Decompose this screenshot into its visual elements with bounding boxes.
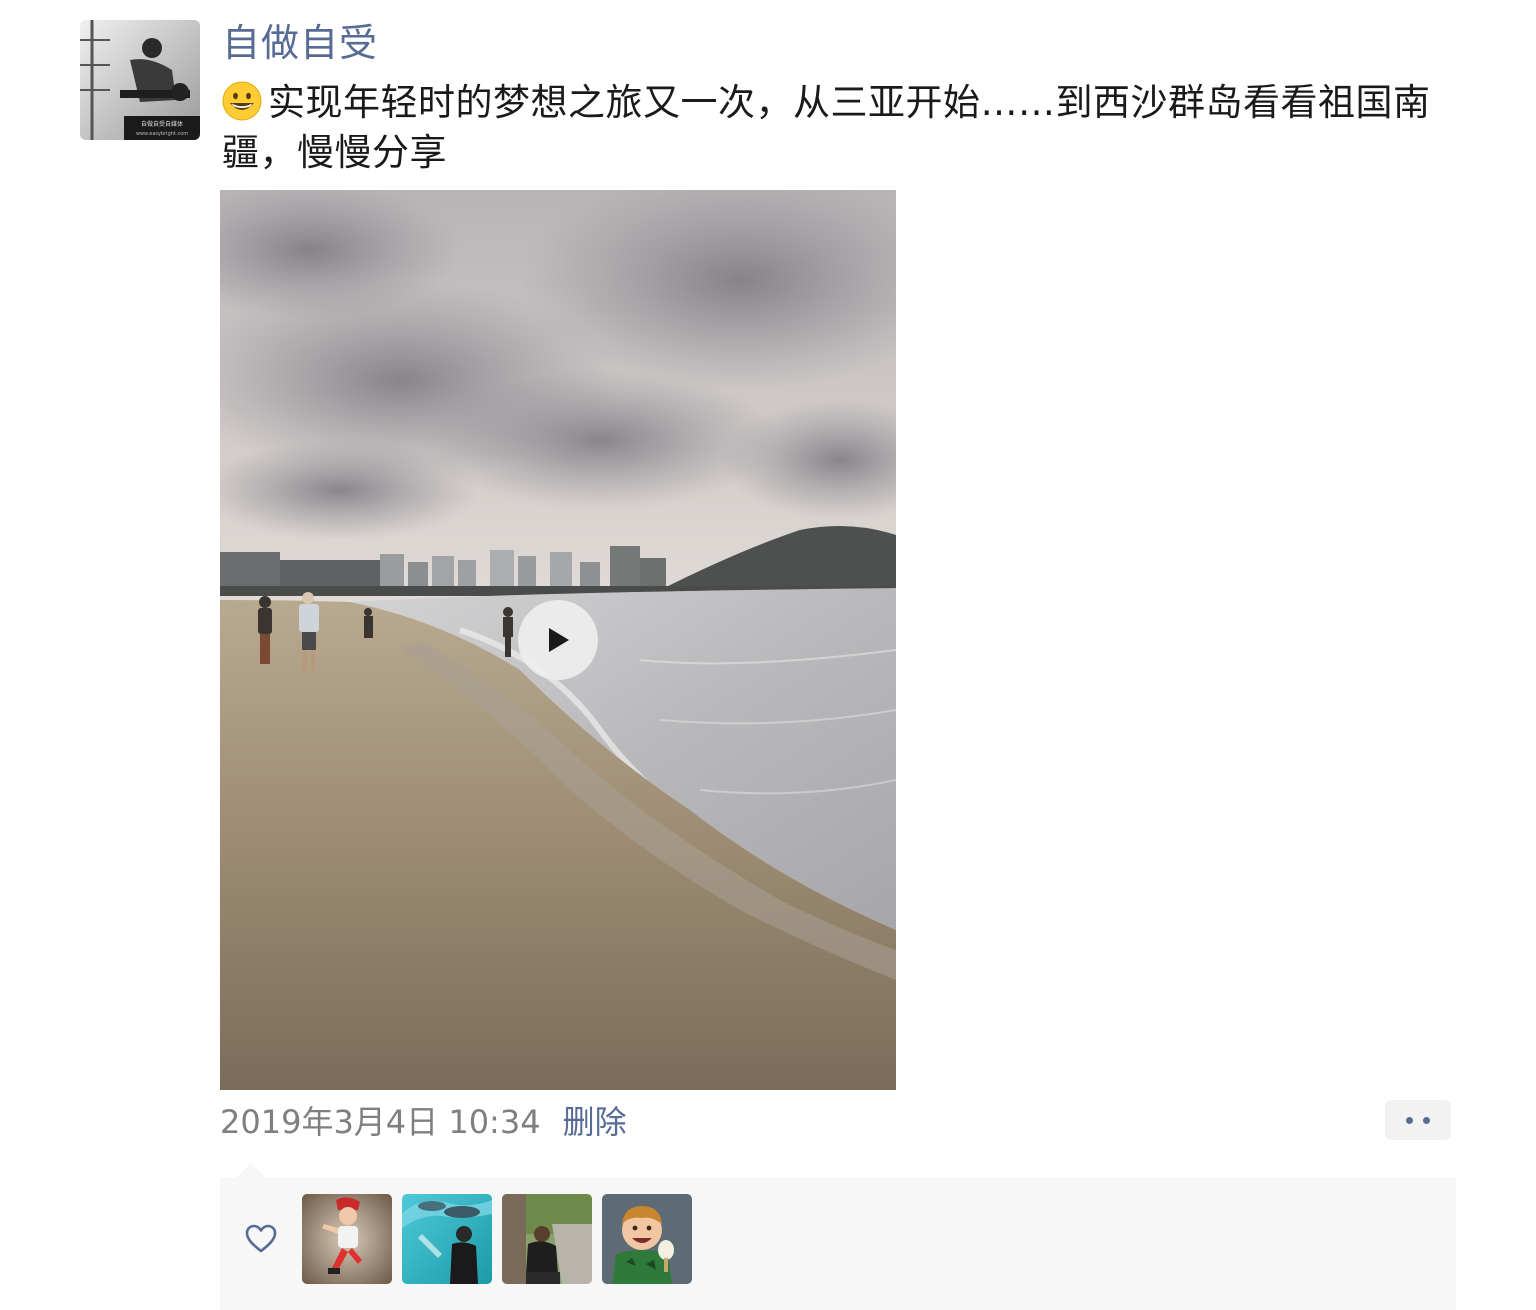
dot-icon — [1423, 1116, 1430, 1124]
post-meta: 2019年3月4日 10:34 删除 — [220, 1098, 627, 1142]
avatar-caption: 自做自受自媒体 — [141, 120, 183, 128]
post-content: 实现年轻时的梦想之旅又一次，从三亚开始……到西沙群岛看看祖国南疆，慢慢分享 — [222, 78, 1482, 178]
liker-avatar-image — [302, 1194, 392, 1284]
moments-post: 自做自受自媒体 www.easybright.com 自做自受 实现年轻时的梦想… — [0, 0, 1536, 1310]
more-actions-button[interactable] — [1385, 1100, 1451, 1140]
delete-button[interactable]: 删除 — [563, 1097, 627, 1143]
dot-icon — [1406, 1116, 1413, 1124]
author-avatar[interactable]: 自做自受自媒体 www.easybright.com — [80, 20, 200, 140]
likes-panel — [220, 1178, 1456, 1310]
liker-avatar[interactable] — [402, 1194, 492, 1284]
likes-panel-arrow — [236, 1163, 266, 1178]
author-name[interactable]: 自做自受 — [222, 18, 378, 68]
play-icon — [549, 628, 569, 652]
liker-avatar-image — [502, 1194, 592, 1284]
liker-avatar-image — [602, 1194, 692, 1284]
liker-avatar[interactable] — [302, 1194, 392, 1284]
liker-avatar[interactable] — [602, 1194, 692, 1284]
liker-avatar[interactable] — [502, 1194, 592, 1284]
heart-outline-icon — [245, 1224, 277, 1253]
video-thumbnail[interactable] — [220, 190, 896, 1090]
grinning-face-emoji-icon — [222, 81, 262, 121]
play-button[interactable] — [518, 600, 598, 680]
liker-avatar-image — [402, 1194, 492, 1284]
avatar-image: 自做自受自媒体 www.easybright.com — [80, 20, 200, 140]
post-text: 实现年轻时的梦想之旅又一次，从三亚开始……到西沙群岛看看祖国南疆，慢慢分享 — [222, 81, 1431, 174]
post-timestamp: 2019年3月4日 10:34 — [220, 1103, 541, 1141]
avatar-url-text: www.easybright.com — [136, 131, 188, 137]
